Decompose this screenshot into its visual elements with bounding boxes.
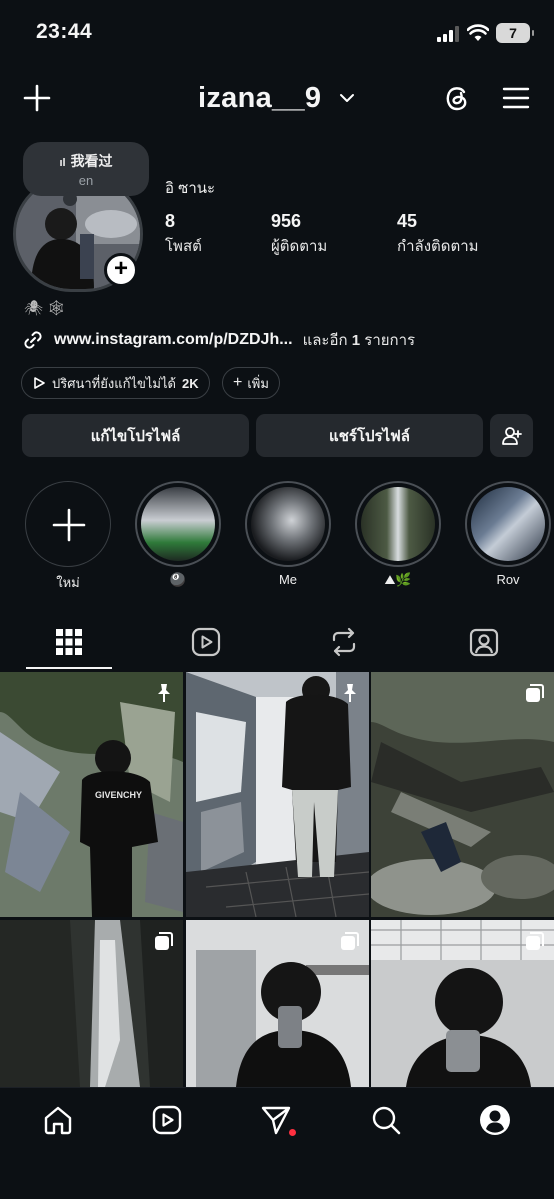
plus-icon[interactable] xyxy=(23,84,51,112)
highlight-item[interactable] xyxy=(355,481,441,567)
post-tile[interactable]: GIVENCHY xyxy=(0,672,183,917)
profile-username[interactable]: izana__9 xyxy=(198,82,321,115)
stat-following[interactable]: 45 กำลังติดตาม xyxy=(397,211,479,258)
reels-icon[interactable] xyxy=(188,624,224,660)
chevron-down-icon[interactable] xyxy=(339,92,355,104)
plus-icon xyxy=(52,508,86,542)
link-icon xyxy=(24,331,42,349)
highlight-label: Me xyxy=(278,572,298,587)
bio-emojis: 🕷🕸 xyxy=(24,300,71,317)
stat-label: โพสต์ xyxy=(165,238,202,255)
pin-icon xyxy=(344,684,356,702)
display-name: อิ ซานะ xyxy=(165,180,216,197)
stat-value: 8 xyxy=(165,211,176,231)
grid-icon[interactable] xyxy=(51,624,87,660)
puzzle-chip-count: 2K xyxy=(181,375,199,391)
reels-icon[interactable] xyxy=(150,1103,184,1137)
hoodie-brand-text: GIVENCHY xyxy=(95,790,142,800)
puzzle-chip-label: ปริศนาที่ยังแก้ไขไม่ได้ xyxy=(52,375,176,391)
stat-value: 956 xyxy=(271,211,302,231)
note-title: 我看过 xyxy=(70,153,113,169)
puzzle-chip[interactable]: ปริศนาที่ยังแก้ไขไม่ได้ 2K xyxy=(21,367,210,399)
edit-profile-button[interactable]: แก้ไขโปรไฟล์ xyxy=(22,414,249,457)
menu-icon[interactable] xyxy=(502,86,530,110)
add-chip[interactable]: + เพิ่ม xyxy=(222,367,280,399)
carousel-icon xyxy=(526,932,544,950)
add-chip-label: เพิ่ม xyxy=(247,375,269,391)
notification-dot xyxy=(289,1129,296,1136)
search-icon[interactable] xyxy=(369,1103,403,1137)
bio-link-more-suffix: รายการ xyxy=(364,332,416,349)
bio-link-more-count: 1 xyxy=(351,332,361,349)
carousel-icon xyxy=(155,932,173,950)
plus-icon: + xyxy=(233,374,243,391)
add-story-button[interactable]: + xyxy=(104,253,138,287)
bio-link-more-prefix: และอีก xyxy=(302,332,348,349)
reposts-icon[interactable] xyxy=(326,624,362,660)
carousel-icon xyxy=(526,684,544,702)
post-tile[interactable] xyxy=(186,672,369,917)
active-tab-indicator xyxy=(26,667,112,669)
post-tile[interactable] xyxy=(371,920,554,1087)
share-profile-button[interactable]: แชร์โปรไฟล์ xyxy=(256,414,483,457)
post-tile[interactable] xyxy=(186,920,369,1087)
stat-label: ผู้ติดตาม xyxy=(271,238,328,255)
new-highlight-button[interactable] xyxy=(25,481,111,567)
stat-followers[interactable]: 956 ผู้ติดตาม xyxy=(271,211,327,258)
highlight-item[interactable] xyxy=(245,481,331,567)
profile-icon[interactable] xyxy=(478,1103,512,1137)
bio-link[interactable]: www.instagram.com/p/DZDJh... และอีก 1 รา… xyxy=(22,327,415,353)
post-tile[interactable] xyxy=(0,920,183,1087)
highlight-item[interactable] xyxy=(465,481,551,567)
note-bubble[interactable]: ıl 我看过 en xyxy=(23,142,149,206)
bio-link-text[interactable]: www.instagram.com/p/DZDJh... xyxy=(54,331,293,349)
stat-label: กำลังติดตาม xyxy=(397,238,479,255)
battery-icon: 7 xyxy=(496,23,534,43)
tagged-icon[interactable] xyxy=(466,624,502,660)
note-subtitle: en xyxy=(78,173,94,188)
stat-posts[interactable]: 8 โพสต์ xyxy=(165,211,202,258)
post-tile[interactable] xyxy=(371,672,554,917)
add-person-button[interactable] xyxy=(490,414,533,457)
highlight-label: 🎱 xyxy=(169,572,187,587)
home-icon[interactable] xyxy=(41,1103,75,1137)
carousel-icon xyxy=(341,932,359,950)
play-icon xyxy=(34,377,45,389)
wifi-icon xyxy=(467,24,489,41)
threads-icon[interactable] xyxy=(442,83,472,113)
add-person-icon xyxy=(501,426,522,445)
highlight-label: Rov xyxy=(496,572,520,587)
signal-icon xyxy=(437,26,459,42)
bio-link-more[interactable]: และอีก 1 รายการ xyxy=(303,328,416,352)
direct-icon[interactable] xyxy=(259,1103,293,1137)
highlight-label-new: ใหม่ xyxy=(56,575,80,590)
status-time: 23:44 xyxy=(36,20,93,43)
stat-value: 45 xyxy=(397,211,418,231)
pin-icon xyxy=(158,684,170,702)
highlight-label: ⛰🌿 xyxy=(384,572,412,587)
audio-icon: ıl xyxy=(59,157,66,169)
highlight-item[interactable] xyxy=(135,481,221,567)
